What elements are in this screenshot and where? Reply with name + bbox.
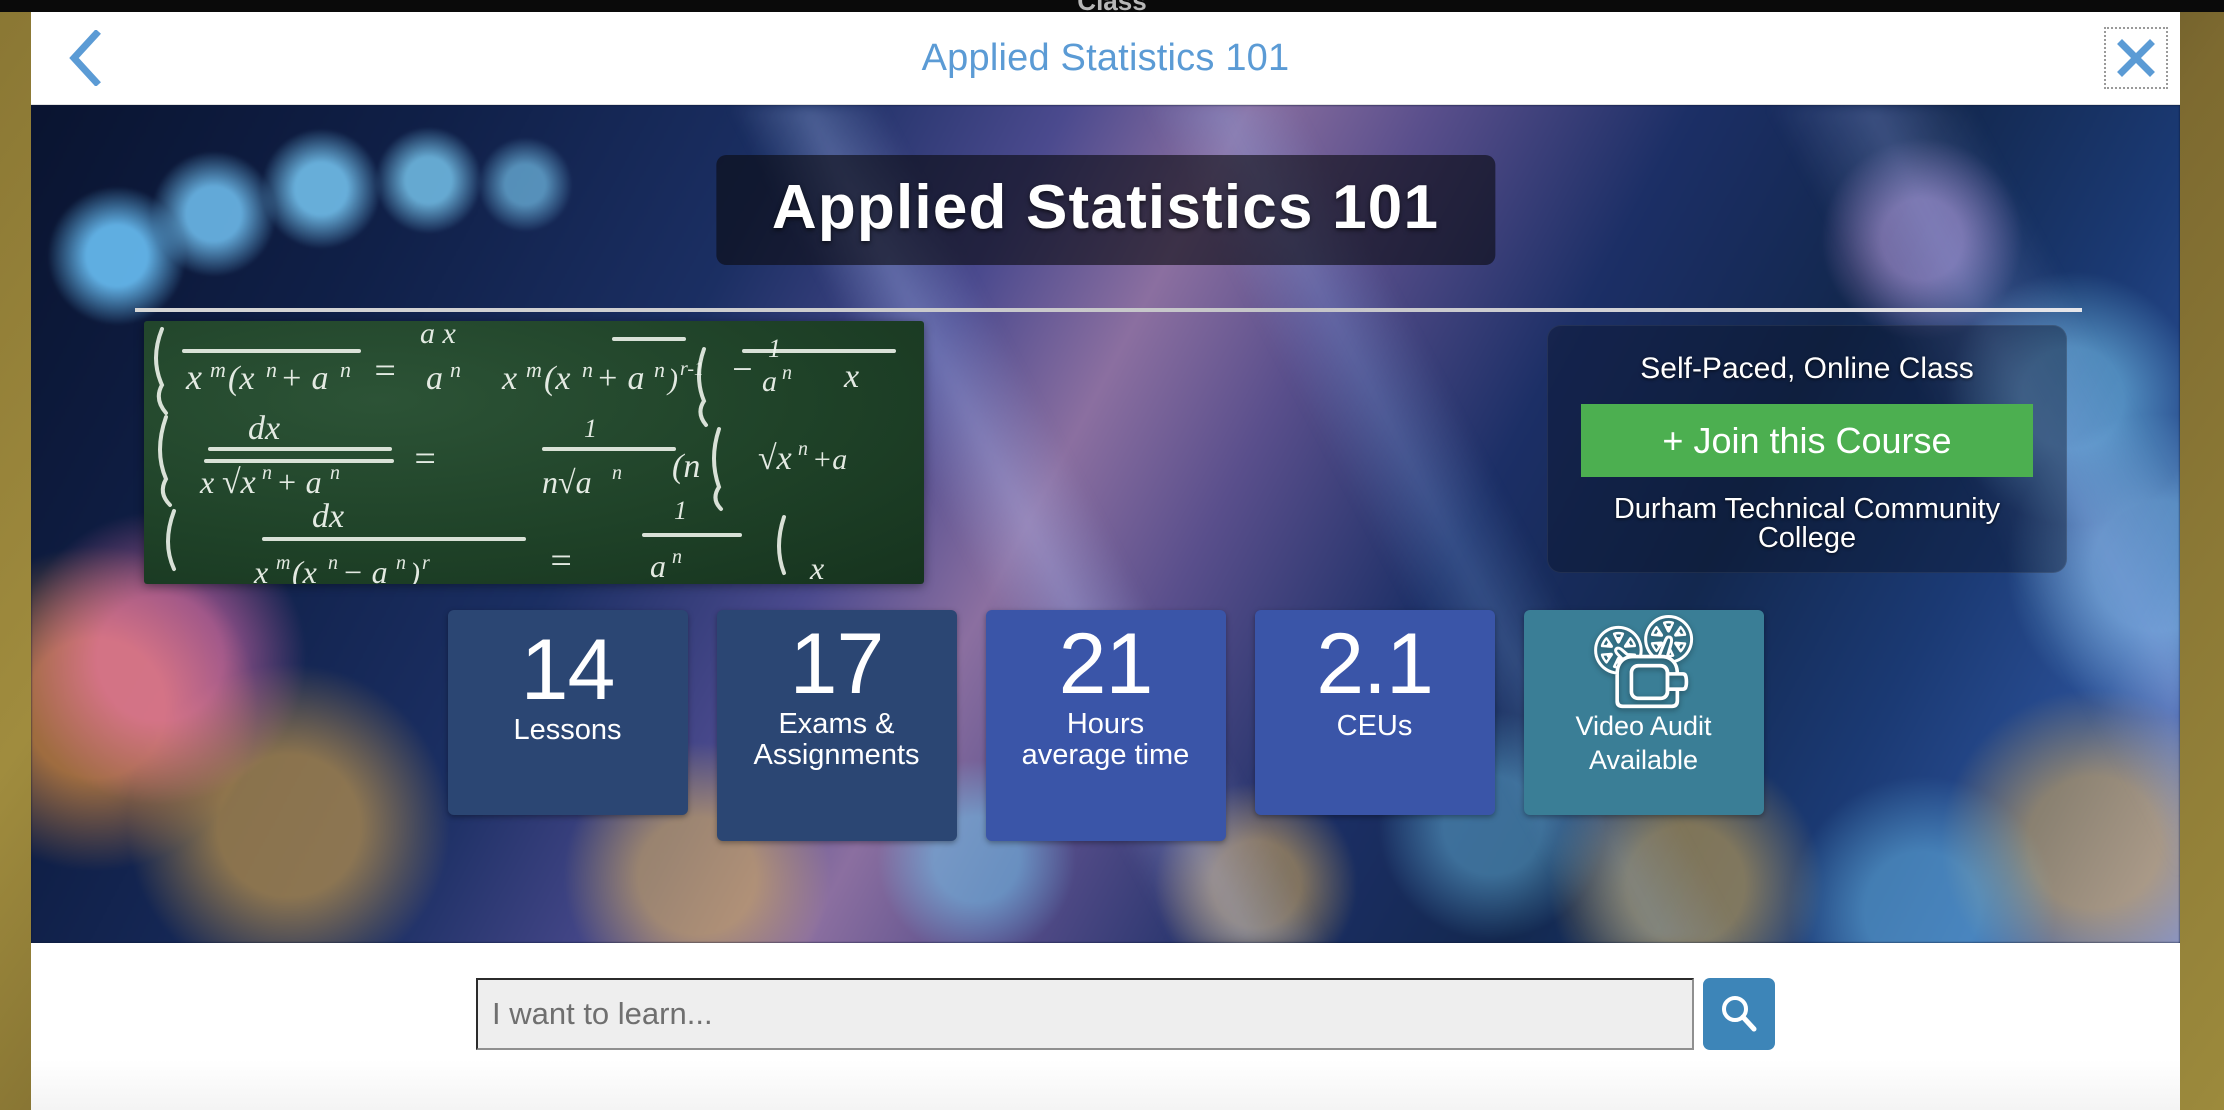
stat-label: Exams & Assignments — [743, 709, 929, 771]
svg-text:(x: (x — [292, 554, 317, 584]
clipped-top-text: Class — [1077, 0, 1147, 16]
page-title: Applied Statistics 101 — [921, 36, 1290, 79]
svg-text:(n: (n — [672, 448, 700, 485]
svg-text:n: n — [612, 462, 622, 484]
stat-card-exams-assignments[interactable]: 17 Exams & Assignments — [716, 610, 957, 841]
svg-text:a: a — [762, 365, 777, 398]
stat-label-line1: Exams & — [778, 708, 895, 741]
stat-card-video-audit[interactable]: 📽 Video Audit Available — [1523, 610, 1764, 815]
stat-card-ceus[interactable]: 2.1 CEUs — [1254, 610, 1495, 815]
svg-text:): ) — [408, 557, 420, 584]
hero-title-plaque: Applied Statistics 101 — [715, 155, 1496, 265]
svg-text:√x: √x — [758, 440, 792, 477]
svg-text:x: x — [199, 464, 214, 500]
svg-text:n: n — [672, 546, 682, 568]
svg-text:√x: √x — [222, 464, 256, 501]
svg-text:x: x — [809, 550, 824, 584]
svg-text:n: n — [266, 357, 277, 382]
svg-text:a: a — [426, 360, 443, 397]
svg-text:=: = — [372, 350, 398, 392]
close-x-icon — [2117, 39, 2155, 77]
course-info-panel: Self-Paced, Online Class + Join this Cou… — [1547, 325, 2067, 573]
svg-text:n: n — [328, 552, 338, 574]
svg-text:+ a: + a — [280, 360, 328, 397]
svg-text:n√a: n√a — [542, 464, 592, 500]
svg-text:n: n — [262, 462, 272, 484]
svg-text:dx: dx — [312, 498, 344, 535]
stat-label-line2: Assignments — [753, 739, 920, 772]
institution-name: Durham Technical Community College — [1613, 493, 2001, 554]
stat-label: Lessons — [513, 714, 622, 747]
svg-text:x: x — [501, 360, 517, 397]
course-hero-banner: Applied Statistics 101 x m (x n + a n = … — [31, 105, 2180, 943]
chevron-left-icon — [69, 30, 101, 86]
svg-text:x: x — [253, 554, 268, 584]
svg-text:+ a: + a — [596, 360, 644, 397]
search-icon — [1722, 995, 1757, 1031]
svg-text:(x: (x — [544, 360, 570, 397]
stat-value: 14 — [520, 622, 616, 718]
svg-text:r: r — [422, 552, 430, 574]
svg-text:=: = — [412, 438, 438, 480]
svg-text:1: 1 — [674, 496, 687, 525]
modal-header: Applied Statistics 101 — [31, 12, 2180, 105]
search-row — [476, 977, 1775, 1050]
svg-text:(x: (x — [228, 360, 254, 397]
stat-label-line1: Hours — [1066, 708, 1145, 741]
svg-text:a: a — [650, 548, 666, 584]
svg-text:x: x — [843, 358, 859, 395]
stat-value: 17 — [789, 616, 885, 712]
course-mode-label: Self-Paced, Online Class — [1640, 352, 1974, 385]
hero-course-title: Applied Statistics 101 — [771, 173, 1440, 242]
course-chalkboard-image: x m (x n + a n = a x a n x m (x n + a n — [144, 321, 924, 584]
svg-text:=: = — [548, 540, 574, 582]
chalkboard-formulas: x m (x n + a n = a x a n x m (x n + a n — [154, 321, 896, 584]
stat-label: Hours average time — [1012, 709, 1200, 771]
svg-text:a x: a x — [420, 321, 457, 350]
svg-text:r-1: r-1 — [680, 358, 704, 380]
stat-value: 2.1 — [1316, 616, 1434, 712]
search-input[interactable] — [476, 977, 1694, 1050]
close-button[interactable] — [2104, 27, 2168, 89]
stat-label-line1: Video Audit — [1575, 711, 1712, 741]
stat-value: 21 — [1058, 616, 1154, 712]
svg-text:n: n — [330, 462, 340, 484]
svg-text:+ a: + a — [276, 464, 322, 500]
svg-text:n: n — [396, 552, 406, 574]
svg-text:x: x — [185, 357, 202, 397]
svg-text:m: m — [276, 552, 290, 574]
svg-text:n: n — [654, 357, 665, 382]
svg-text:1: 1 — [584, 414, 597, 443]
browser-top-strip: Class — [0, 0, 2224, 16]
svg-text:m: m — [210, 357, 226, 382]
course-stats-row: 14 Lessons 17 Exams & Assignments 21 Hou… — [31, 610, 2180, 841]
svg-text:n: n — [340, 357, 351, 382]
svg-text:+a: +a — [812, 443, 847, 476]
svg-text:−: − — [730, 349, 754, 389]
svg-text:dx: dx — [248, 410, 280, 447]
movie-projector-icon: 📽 — [1585, 611, 1702, 713]
join-course-button[interactable]: + Join this Course — [1581, 404, 2033, 477]
stat-card-hours[interactable]: 21 Hours average time — [985, 610, 1226, 841]
course-detail-modal: Applied Statistics 101 Applied Statistic… — [31, 12, 2180, 1110]
stat-label-line2: Available — [1588, 744, 1699, 775]
svg-text:): ) — [666, 363, 678, 396]
search-button[interactable] — [1703, 977, 1775, 1050]
stat-label-line2: average time — [1021, 739, 1190, 772]
stat-card-lessons[interactable]: 14 Lessons — [447, 610, 688, 815]
stat-label: Video Audit Available — [1565, 710, 1721, 778]
svg-text:n: n — [782, 362, 792, 384]
hero-divider-rule — [135, 308, 2082, 312]
svg-text:1: 1 — [768, 334, 781, 363]
search-section — [31, 943, 2180, 1110]
svg-text:m: m — [526, 357, 542, 382]
stat-label: CEUs — [1336, 710, 1413, 743]
svg-text:n: n — [450, 357, 461, 382]
svg-text:n: n — [798, 438, 808, 460]
back-button[interactable] — [57, 26, 113, 90]
svg-text:n: n — [582, 357, 593, 382]
svg-text:− a: − a — [342, 554, 388, 584]
